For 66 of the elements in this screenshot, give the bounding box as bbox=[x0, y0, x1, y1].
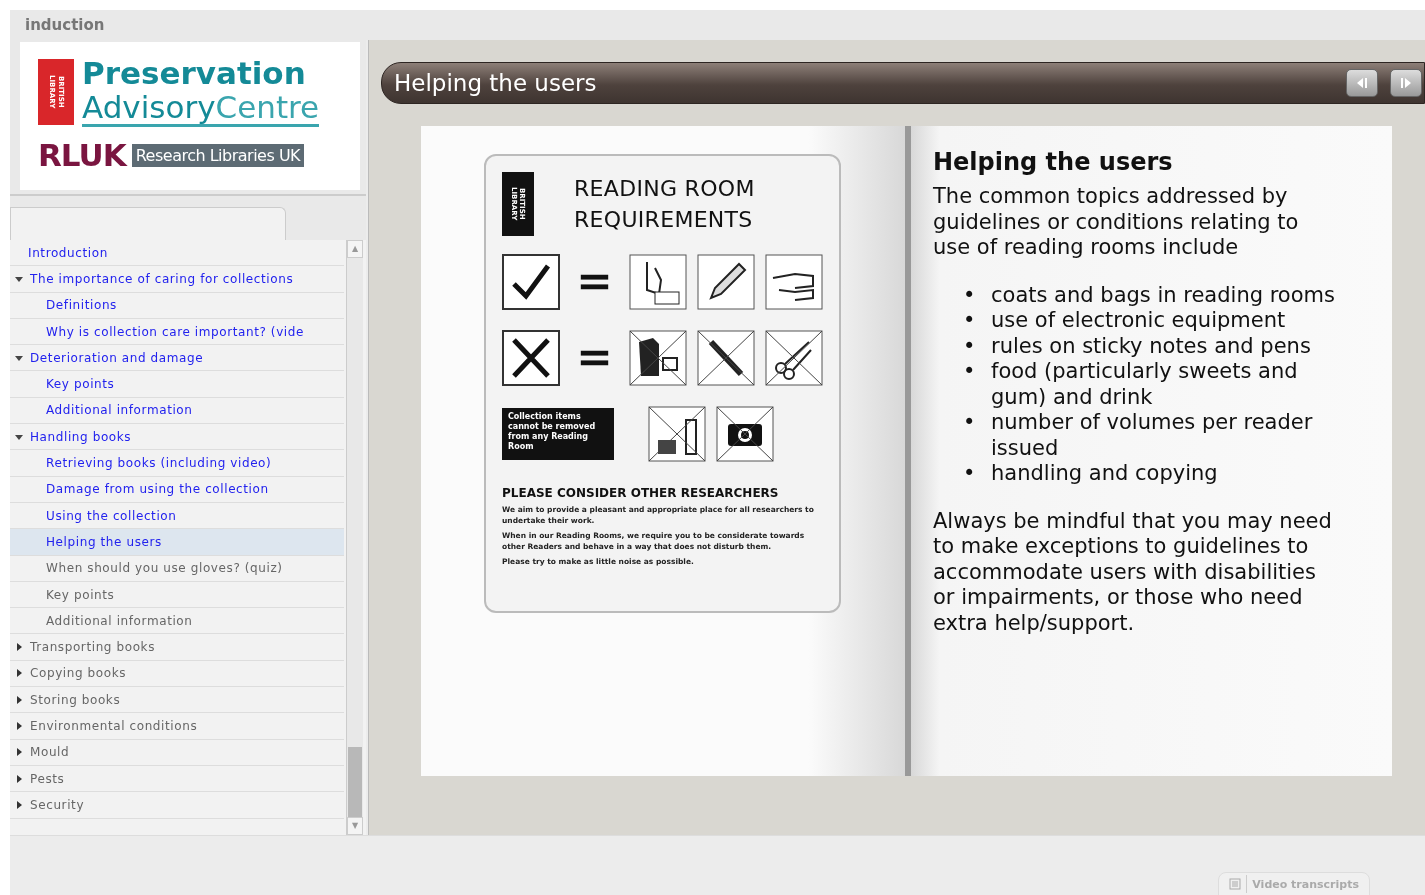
nav-item[interactable]: Retrieving books (including video) bbox=[10, 450, 344, 477]
document-icon bbox=[1229, 878, 1242, 890]
nav-item[interactable]: Definitions bbox=[10, 292, 344, 319]
nav-item[interactable]: Additional information bbox=[10, 397, 344, 425]
caret-right-icon[interactable] bbox=[14, 799, 24, 810]
bullet: • bbox=[963, 410, 977, 436]
sign-heading: PLEASE CONSIDER OTHER RESEARCHERS bbox=[502, 486, 780, 500]
rluk-logo: RLUK bbox=[38, 137, 126, 173]
no-pens-icon bbox=[697, 330, 755, 386]
previous-button[interactable] bbox=[1346, 69, 1378, 97]
article-intro: The common topics addressed by guidelines or conditions relating to use of reading rooms include bbox=[933, 184, 1300, 261]
bullet: • bbox=[963, 461, 977, 487]
article-heading: Helping the users bbox=[933, 148, 1174, 176]
nav-item[interactable]: Additional information bbox=[10, 608, 344, 635]
nav-item[interactable]: When should you use gloves? (quiz) bbox=[10, 555, 344, 582]
rluk-label: Research Libraries UK bbox=[131, 143, 305, 167]
notice-label: Collection items cannot be removed from any Reading Room bbox=[502, 408, 614, 460]
nav-item[interactable]: Copying books bbox=[10, 660, 344, 688]
nav-item[interactable]: Transporting books bbox=[10, 634, 344, 661]
nav-item[interactable]: Introduction bbox=[10, 240, 344, 267]
bullet: • bbox=[963, 333, 977, 359]
no-coats-bags-icon bbox=[629, 330, 687, 386]
bullet: • bbox=[963, 359, 977, 385]
pencil-icon bbox=[697, 254, 755, 310]
nav-item[interactable]: Key points bbox=[10, 581, 344, 609]
page-title: Helping the users bbox=[394, 70, 597, 96]
next-button[interactable] bbox=[1390, 69, 1422, 97]
nav-item[interactable]: Storing books bbox=[10, 687, 344, 714]
nav-item[interactable]: Handling books bbox=[10, 424, 344, 451]
bullet-item: use of electronic equipment bbox=[991, 308, 1286, 334]
nav-item[interactable]: Why is collection care important? (vide bbox=[10, 318, 344, 346]
cross-icon bbox=[502, 330, 560, 386]
no-scissors-icon bbox=[765, 330, 823, 386]
nav-item[interactable]: Mould bbox=[10, 739, 344, 766]
caret-right-icon[interactable] bbox=[14, 773, 24, 784]
logo-subtitle: AdvisoryCentre bbox=[82, 90, 320, 127]
nav-item[interactable]: Damage from using the collection bbox=[10, 476, 344, 503]
bullet-item: rules on sticky notes and pens bbox=[991, 333, 1311, 359]
nav-item[interactable]: Security bbox=[10, 792, 344, 819]
next-icon bbox=[1399, 76, 1413, 90]
caret-right-icon[interactable] bbox=[14, 642, 24, 653]
bullet: • bbox=[963, 308, 977, 334]
check-icon bbox=[502, 254, 560, 310]
bullet-item: coats and bags in reading rooms bbox=[991, 282, 1335, 308]
caret-right-icon[interactable] bbox=[14, 721, 24, 731]
caret-right-icon[interactable] bbox=[14, 694, 24, 705]
sign-title: READING ROOM REQUIREMENTS bbox=[574, 175, 755, 234]
nav-item[interactable]: Helping the users bbox=[10, 529, 344, 556]
caret-right-icon[interactable] bbox=[14, 747, 24, 758]
no-food-drink-icon bbox=[648, 406, 706, 462]
nav-item[interactable]: Pests bbox=[10, 765, 344, 793]
nav-item[interactable]: The importance of caring for collections bbox=[10, 266, 344, 293]
hands-icon bbox=[765, 254, 823, 310]
pass-card-icon bbox=[629, 254, 687, 310]
scroll-thumb[interactable] bbox=[348, 747, 362, 817]
nav-item[interactable]: Deterioration and damage bbox=[10, 345, 344, 372]
app-title: induction bbox=[25, 16, 105, 34]
logo-title: Preservation bbox=[82, 56, 307, 90]
caret-right-icon[interactable] bbox=[14, 668, 24, 679]
nav-item[interactable]: Environmental conditions bbox=[10, 713, 344, 740]
bullet-item: handling and copying bbox=[991, 461, 1218, 487]
bullet: • bbox=[963, 282, 977, 308]
no-camera-icon bbox=[716, 406, 774, 462]
previous-icon bbox=[1355, 76, 1369, 90]
nav-item[interactable]: Key points bbox=[10, 371, 344, 398]
article-closing: Always be mindful that you may need to make exceptions to guidelines to accommodate users with disabilities or impairments, or those who need extra help/support. bbox=[933, 508, 1333, 636]
